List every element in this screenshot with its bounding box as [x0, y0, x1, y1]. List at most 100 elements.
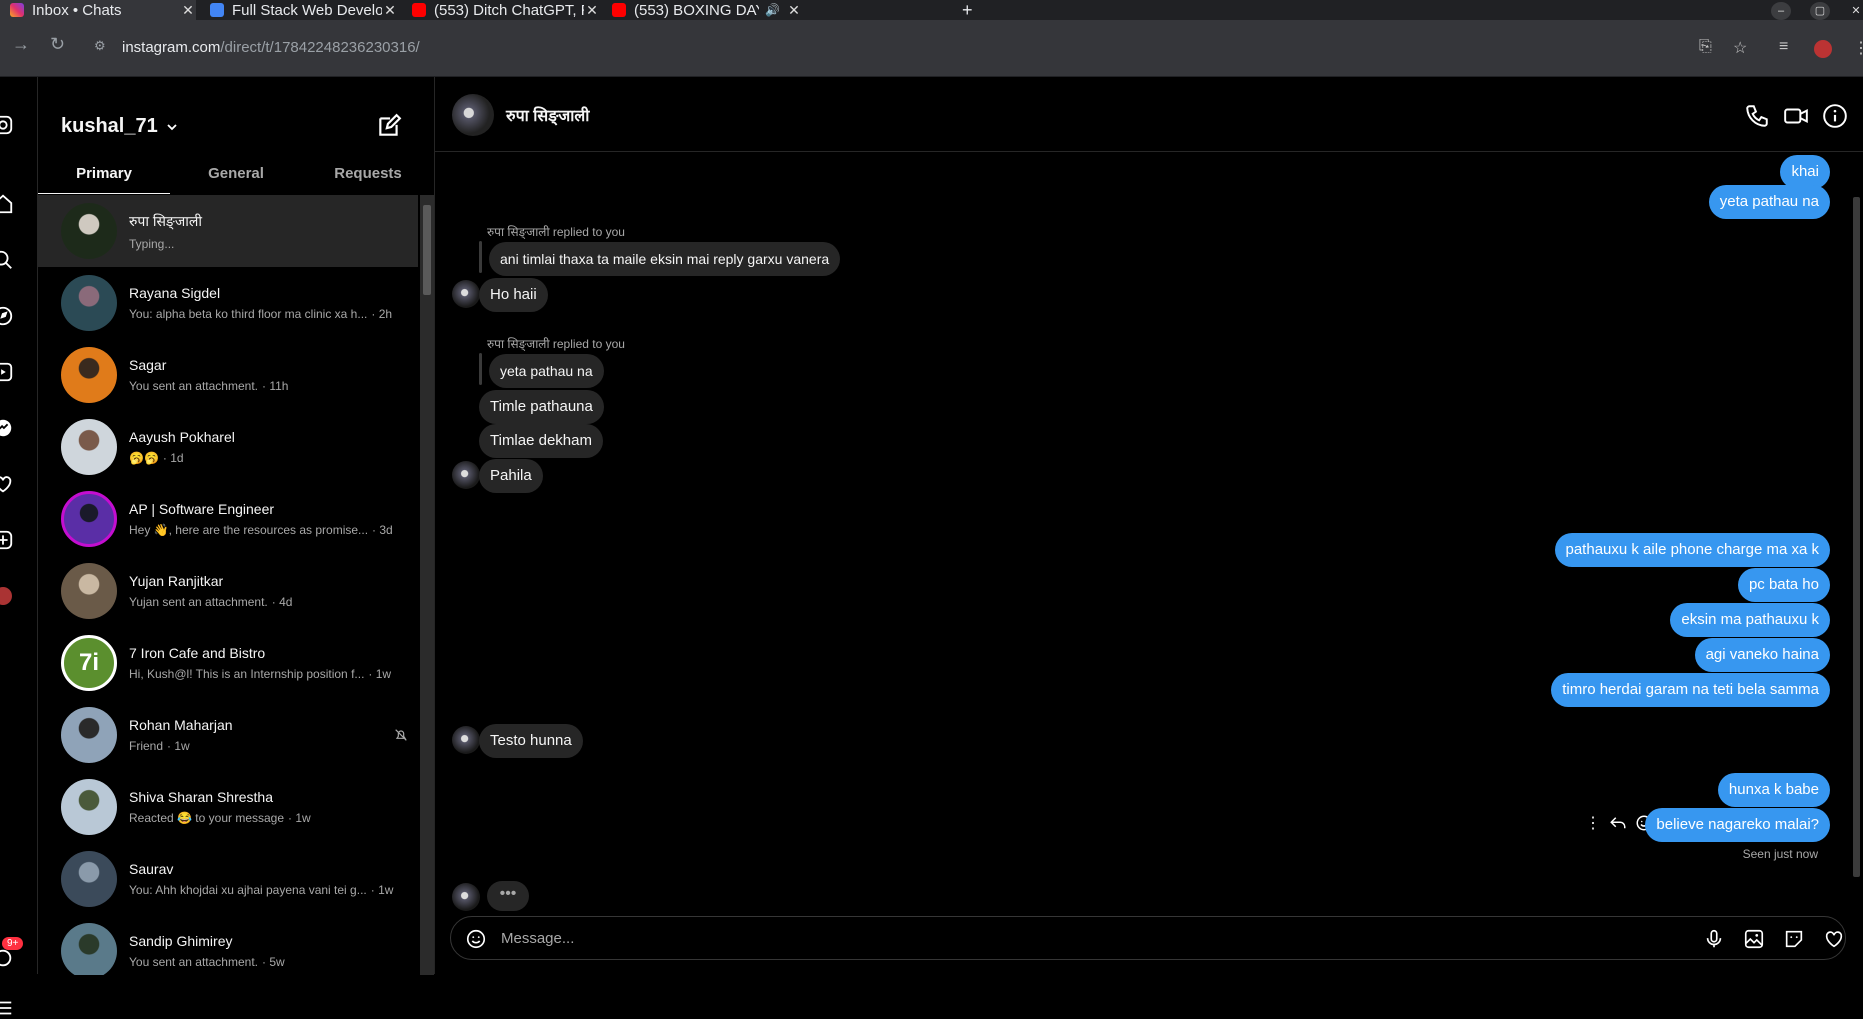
conversation-row[interactable]: 7i 7 Iron Cafe and Bistro Hi, Kush@l! This… [38, 627, 418, 699]
browser-tab-inbox[interactable]: Inbox • Chats ✕ [0, 0, 196, 20]
close-icon[interactable]: ✕ [786, 2, 802, 19]
contact-message-avatar[interactable] [452, 883, 480, 911]
maximize-button[interactable]: ▢ [1810, 2, 1830, 20]
create-icon[interactable] [0, 529, 14, 551]
message-bubble-received[interactable]: Ho haii [479, 278, 548, 312]
profile-avatar-icon[interactable] [0, 587, 12, 605]
home-icon[interactable] [0, 193, 14, 215]
explore-icon[interactable] [0, 305, 14, 327]
browser-tab-youtube-2[interactable]: (553) BOXING DAY | E 🔊 ✕ [612, 0, 802, 20]
conversation-row[interactable]: Sandip Ghimirey You sent an attachment. ·… [38, 915, 418, 975]
preview-text: You sent an attachment. [129, 955, 258, 969]
close-icon[interactable]: ✕ [382, 2, 398, 19]
message-bubble-sent[interactable]: hunxa k babe [1717, 773, 1830, 807]
threads-icon[interactable] [0, 947, 14, 969]
avatar [61, 923, 117, 975]
message-bubble-received[interactable]: Timle pathauna [479, 390, 604, 424]
media-controls-icon[interactable]: ≡ [1779, 38, 1788, 56]
bookmark-star-icon[interactable]: ☆ [1733, 38, 1747, 58]
close-icon[interactable]: ✕ [180, 2, 196, 19]
conversation-row[interactable]: Rayana Sigdel You: alpha beta ko third fl… [38, 267, 418, 339]
preview-text: Friend [129, 739, 164, 753]
message-bubble-sent[interactable]: pc bata ho [1737, 568, 1830, 602]
message-bubble-sent[interactable]: agi vaneko haina [1694, 638, 1830, 672]
reply-icon[interactable] [1609, 814, 1627, 832]
message-bubble-sent[interactable]: khai [1780, 155, 1830, 189]
gallery-image-icon[interactable] [1743, 928, 1765, 950]
close-window-button[interactable]: ✕ [1849, 2, 1863, 20]
like-heart-icon[interactable] [1823, 928, 1845, 950]
sticker-icon[interactable] [1783, 928, 1805, 950]
conversation-preview: You: Ahh khojdai xu ajhai payena vani te… [129, 883, 399, 897]
message-bubble-sent[interactable]: timro herdai garam na teti bela samma [1551, 673, 1830, 707]
site-info-icon[interactable]: ⚙ [94, 38, 106, 54]
url-field[interactable]: instagram.com/direct/t/17842248236230316… [122, 33, 1722, 61]
list-scrollbar[interactable] [420, 195, 434, 975]
install-app-icon[interactable]: ⎘ [1699, 38, 1712, 56]
contact-message-avatar[interactable] [452, 461, 480, 489]
microphone-icon[interactable] [1703, 928, 1725, 950]
conversation-row[interactable]: रुपा सिङ्जाली Typing... [38, 195, 418, 267]
contact-name[interactable]: रुपा सिङ्जाली [506, 104, 589, 126]
more-options-icon[interactable]: ⋮ [1585, 813, 1601, 833]
tab-general[interactable]: General [170, 154, 302, 194]
conversation-time: · 3d [372, 523, 393, 537]
conversation-row[interactable]: Aayush Pokharel 🥱🥱 · 1d [38, 411, 418, 483]
conversation-info-icon[interactable] [1822, 103, 1848, 129]
close-icon[interactable]: ✕ [584, 2, 600, 19]
conversation-name: Shiva Sharan Shrestha [129, 789, 273, 805]
message-bubble-sent[interactable]: eksin ma pathauxu k [1670, 603, 1830, 637]
preview-text: You: Ahh khojdai xu ajhai payena vani te… [129, 883, 367, 897]
search-icon[interactable] [0, 249, 14, 271]
profile-avatar[interactable] [1814, 40, 1832, 58]
tab-requests[interactable]: Requests [302, 154, 434, 194]
new-message-icon[interactable] [376, 113, 402, 139]
message-input[interactable] [501, 927, 1401, 949]
conversation-row[interactable]: Saurav You: Ahh khojdai xu ajhai payena v… [38, 843, 418, 915]
conversation-meta: Saurav You: Ahh khojdai xu ajhai payena v… [129, 861, 399, 897]
tab-primary[interactable]: Primary [38, 154, 170, 194]
contact-message-avatar[interactable] [452, 280, 480, 308]
quoted-message[interactable]: yeta pathau na [489, 354, 604, 388]
messages-icon[interactable] [0, 417, 14, 439]
more-menu-icon[interactable] [0, 997, 14, 1019]
contact-message-avatar[interactable] [452, 726, 480, 754]
chat-panel: रुपा सिङ्जाली khai yeta pathau na रुपा स… [435, 77, 1863, 974]
conversation-row[interactable]: Rohan Maharjan Friend · 1w [38, 699, 418, 771]
forward-icon[interactable]: → [12, 34, 30, 55]
reload-icon[interactable]: ↻ [50, 34, 65, 55]
account-switcher[interactable]: kushal_71 [61, 115, 178, 138]
menu-icon[interactable]: ⋮ [1853, 38, 1863, 58]
preview-text: 🥱🥱 [129, 451, 159, 465]
message-bubble-sent[interactable]: believe nagareko malai? [1645, 808, 1830, 842]
conversation-name: Sagar [129, 357, 167, 373]
phone-call-icon[interactable] [1744, 103, 1770, 129]
conversation-row[interactable]: Sagar You sent an attachment. · 11h [38, 339, 418, 411]
conversation-row[interactable]: Shiva Sharan Shrestha Reacted 😂 to your m… [38, 771, 418, 843]
speaker-icon[interactable]: 🔊 [765, 3, 780, 17]
message-bubble-received[interactable]: Pahila [479, 459, 543, 493]
minimize-button[interactable]: – [1771, 2, 1791, 20]
contact-avatar[interactable] [452, 94, 494, 136]
instagram-logo-icon[interactable] [0, 114, 14, 136]
browser-tab-youtube-1[interactable]: (553) Ditch ChatGPT, Ru ✕ [412, 0, 600, 20]
conversation-list-panel: kushal_71 Primary General Requests रुपा … [38, 77, 435, 975]
quoted-message[interactable]: ani timlai thaxa ta maile eksin mai repl… [489, 242, 841, 276]
message-bubble-received[interactable]: Timlae dekham [479, 424, 603, 458]
message-bubble-received[interactable]: Testo hunna [479, 724, 583, 758]
reels-icon[interactable] [0, 361, 14, 383]
avatar [61, 275, 117, 331]
conversation-row[interactable]: AP | Software Engineer Hey 👋, here are th… [38, 483, 418, 555]
conversation-row[interactable]: Yujan Ranjitkar Yujan sent an attachment.… [38, 555, 418, 627]
message-bubble-sent[interactable]: yeta pathau na [1708, 185, 1830, 219]
new-tab-button[interactable]: + [962, 0, 973, 20]
chat-scrollbar[interactable] [1849, 157, 1863, 917]
avatar [61, 779, 117, 835]
browser-tab-docs[interactable]: Full Stack Web Developm ✕ [210, 0, 398, 20]
preview-text: Yujan sent an attachment. [129, 595, 268, 609]
notifications-heart-icon[interactable] [0, 473, 14, 495]
message-bubble-sent[interactable]: pathauxu k aile phone charge ma xa k [1554, 533, 1830, 567]
video-call-icon[interactable] [1783, 103, 1809, 129]
emoji-picker-icon[interactable] [465, 928, 487, 950]
preview-text: You sent an attachment. [129, 379, 258, 393]
